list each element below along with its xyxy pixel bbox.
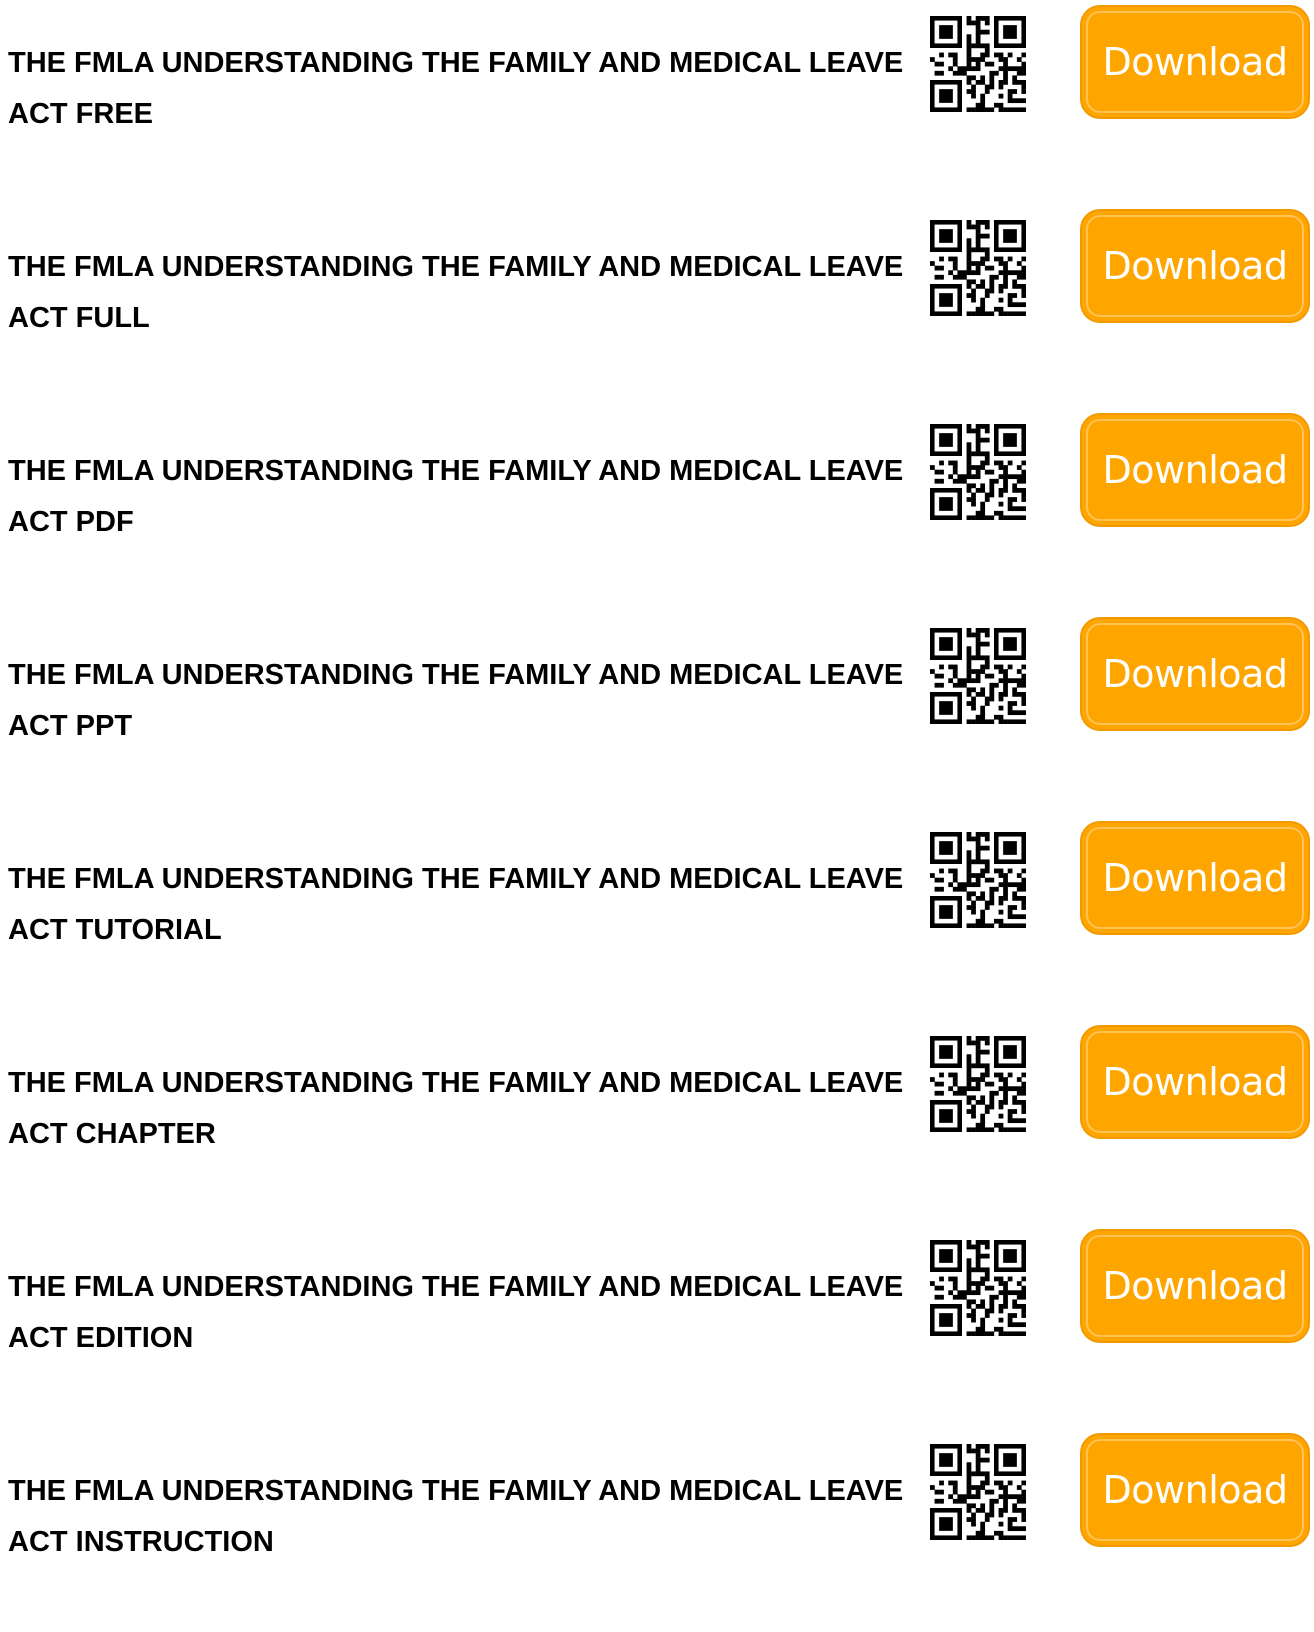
item-title: THE FMLA UNDERSTANDING THE FAMILY AND ME… — [8, 455, 904, 538]
list-item: THE FMLA UNDERSTANDING THE FAMILY AND ME… — [0, 816, 1314, 1020]
item-title: THE FMLA UNDERSTANDING THE FAMILY AND ME… — [8, 659, 904, 742]
download-button[interactable]: Download — [1080, 1229, 1310, 1343]
list-item: THE FMLA UNDERSTANDING THE FAMILY AND ME… — [0, 0, 1314, 204]
list-item: THE FMLA UNDERSTANDING THE FAMILY AND ME… — [0, 612, 1314, 816]
qr-code-icon — [930, 1240, 1026, 1336]
qr-code-graphic — [930, 16, 1026, 112]
qr-code-icon — [930, 16, 1026, 112]
item-title: THE FMLA UNDERSTANDING THE FAMILY AND ME… — [8, 1067, 904, 1150]
list-item: THE FMLA UNDERSTANDING THE FAMILY AND ME… — [0, 408, 1314, 612]
qr-code-graphic — [930, 832, 1026, 928]
download-button[interactable]: Download — [1080, 617, 1310, 731]
download-button[interactable]: Download — [1080, 821, 1310, 935]
item-title: THE FMLA UNDERSTANDING THE FAMILY AND ME… — [8, 1271, 904, 1354]
download-button[interactable]: Download — [1080, 209, 1310, 323]
item-title: THE FMLA UNDERSTANDING THE FAMILY AND ME… — [8, 47, 904, 130]
qr-code-graphic — [930, 628, 1026, 724]
qr-code-graphic — [930, 1444, 1026, 1540]
download-button[interactable]: Download — [1080, 413, 1310, 527]
qr-code-icon — [930, 1444, 1026, 1540]
list-item: THE FMLA UNDERSTANDING THE FAMILY AND ME… — [0, 1428, 1314, 1632]
item-title: THE FMLA UNDERSTANDING THE FAMILY AND ME… — [8, 1475, 904, 1558]
list-item: THE FMLA UNDERSTANDING THE FAMILY AND ME… — [0, 1224, 1314, 1428]
qr-code-icon — [930, 424, 1026, 520]
qr-code-graphic — [930, 424, 1026, 520]
qr-code-icon — [930, 1036, 1026, 1132]
list-item: THE FMLA UNDERSTANDING THE FAMILY AND ME… — [0, 204, 1314, 408]
list-item: THE FMLA UNDERSTANDING THE FAMILY AND ME… — [0, 1020, 1314, 1224]
download-list: THE FMLA UNDERSTANDING THE FAMILY AND ME… — [0, 0, 1314, 1632]
qr-code-graphic — [930, 220, 1026, 316]
qr-code-icon — [930, 628, 1026, 724]
qr-code-graphic — [930, 1036, 1026, 1132]
item-title: THE FMLA UNDERSTANDING THE FAMILY AND ME… — [8, 251, 904, 334]
qr-code-icon — [930, 220, 1026, 316]
download-button[interactable]: Download — [1080, 1025, 1310, 1139]
qr-code-graphic — [930, 1240, 1026, 1336]
qr-code-icon — [930, 832, 1026, 928]
download-button[interactable]: Download — [1080, 5, 1310, 119]
download-button[interactable]: Download — [1080, 1433, 1310, 1547]
item-title: THE FMLA UNDERSTANDING THE FAMILY AND ME… — [8, 863, 904, 946]
